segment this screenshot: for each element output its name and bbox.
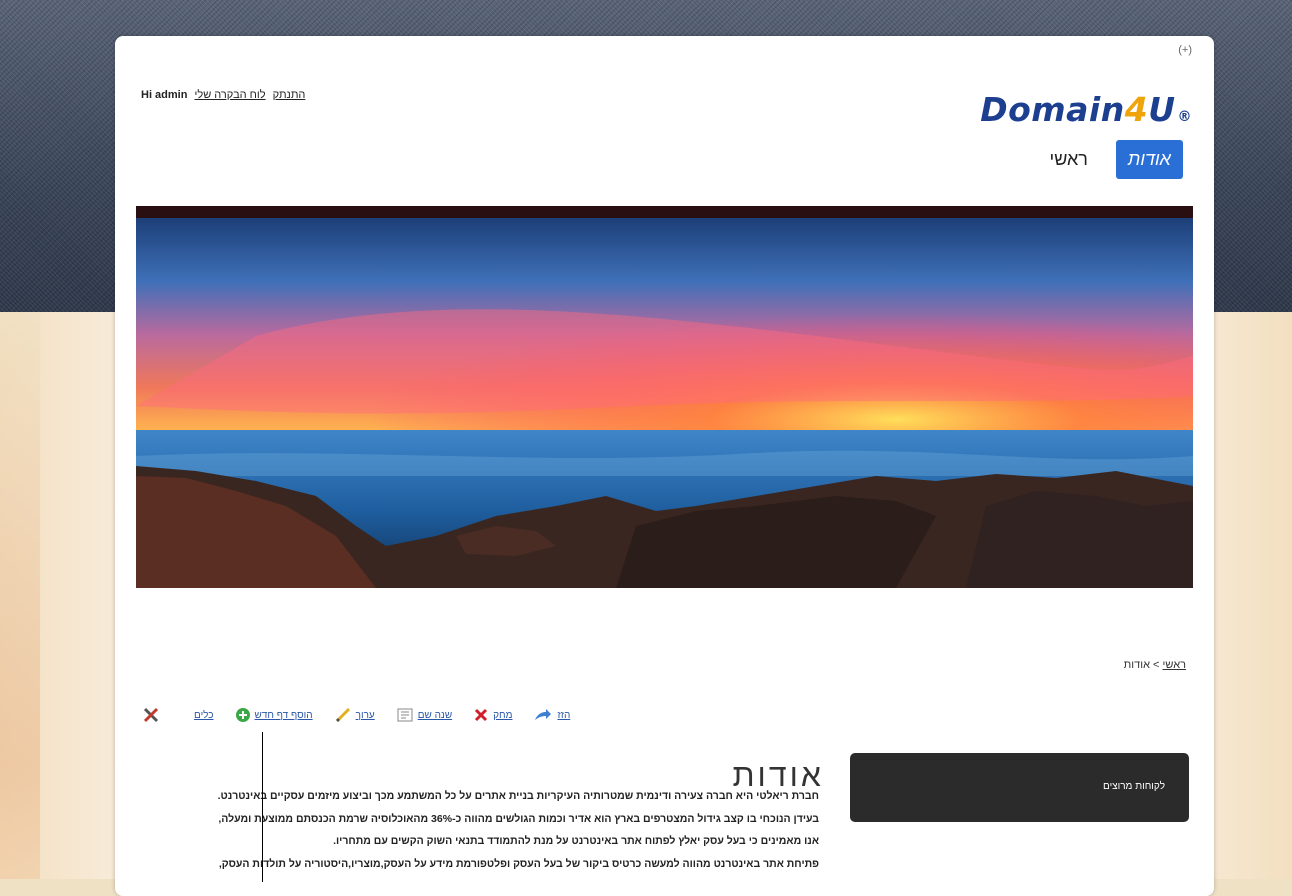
rename-icon: [397, 708, 413, 722]
logo-text-domain: Domain: [980, 90, 1125, 129]
add-circle-icon: [235, 708, 250, 722]
page-edit-toolbar: כלים הוסף דף חדש ערוך שנה שם מחק הזז: [142, 706, 570, 724]
plus-link[interactable]: (+): [1178, 44, 1192, 56]
content-paragraph: חברת ריאלטי היא חברה צעירה ודינמית שמטרו…: [217, 790, 819, 802]
user-bar: Hi admin התנתק לוח הבקרה שלי: [141, 89, 305, 101]
content-paragraph: פתיחת אתר באינטרנט מהווה למעשה כרטיס ביק…: [218, 857, 819, 870]
tools-link[interactable]: כלים: [194, 710, 214, 721]
satisfied-clients-box: לקוחות מרוצים: [850, 753, 1189, 822]
move-label: הזז: [557, 709, 571, 721]
nav-item-about[interactable]: אודות: [1115, 140, 1183, 179]
move-button[interactable]: הזז: [534, 708, 570, 722]
delete-label: מחק: [493, 709, 513, 721]
tools-icon-button[interactable]: [142, 706, 160, 724]
tools-label: כלים: [194, 709, 214, 721]
content-paragraph: בעידן הנוכחי בו קצב גידול המצטרפים בארץ …: [218, 812, 819, 825]
pencil-icon: [335, 707, 350, 723]
hero-banner-image: [136, 206, 1193, 588]
rename-button[interactable]: שנה שם: [397, 708, 452, 722]
breadcrumb-current: אודות: [1123, 659, 1150, 671]
breadcrumb-separator: >: [1150, 659, 1163, 671]
greeting-text: Hi admin: [141, 89, 188, 101]
logo-text-u: U: [1148, 90, 1176, 129]
site-container: (+) Hi admin התנתק לוח הבקרה שלי Domain4…: [115, 36, 1214, 896]
logo-registered-mark: ®: [1177, 109, 1192, 125]
content-paragraph: אנו מאמינים כי בעל עסק יאלץ לפתוח אתר בא…: [333, 835, 819, 847]
move-arrow-icon: [535, 709, 552, 720]
delete-button[interactable]: מחק: [474, 708, 512, 722]
page-content: חברת ריאלטי היא חברה צעירה ודינמית שמטרו…: [139, 785, 819, 875]
logo-text-four: 4: [1124, 90, 1149, 129]
rename-label: שנה שם: [417, 709, 453, 721]
site-logo[interactable]: Domain4U ®: [980, 90, 1192, 129]
side-box-title: לקוחות מרוצים: [1102, 781, 1165, 792]
dashboard-link[interactable]: לוח הבקרה שלי: [195, 89, 266, 101]
edit-label: ערוך: [355, 709, 375, 721]
add-page-label: הוסף דף חדש: [254, 709, 313, 721]
main-nav: אודות ראשי: [1038, 140, 1183, 179]
breadcrumb: ראשי > אודות: [1124, 659, 1186, 671]
wrench-screwdriver-icon: [143, 707, 159, 723]
edit-button[interactable]: ערוך: [335, 707, 375, 723]
delete-x-icon: [475, 708, 488, 722]
nav-item-home[interactable]: ראשי: [1038, 140, 1100, 179]
sunset-seascape-image: [136, 206, 1193, 588]
breadcrumb-home-link[interactable]: ראשי: [1163, 659, 1186, 671]
logout-link[interactable]: התנתק: [273, 89, 306, 101]
add-page-button[interactable]: הוסף דף חדש: [235, 708, 313, 722]
text-cursor-line: [262, 732, 263, 882]
